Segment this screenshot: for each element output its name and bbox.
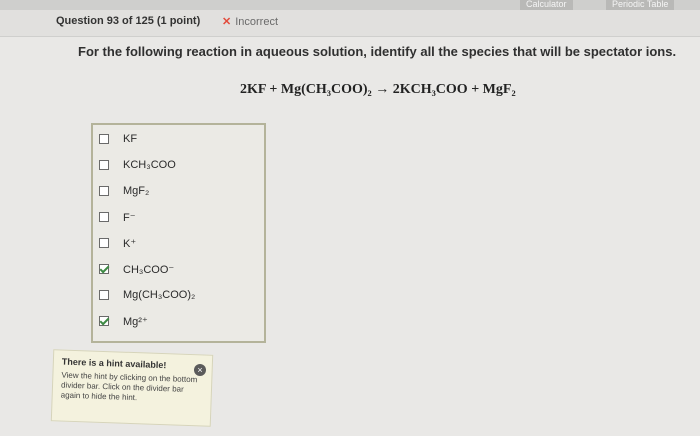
option-f-minus[interactable]: F⁻ <box>99 207 136 227</box>
option-label: CH₃COO⁻ <box>123 263 175 276</box>
top-toolbar: Calculator Periodic Table <box>0 0 700 10</box>
status-badge: ✕ Incorrect <box>222 15 278 28</box>
question-prompt: For the following reaction in aqueous so… <box>78 44 677 59</box>
hint-panel[interactable]: There is a hint available! View the hint… <box>50 349 214 427</box>
option-ch3coo-minus[interactable]: CH₃COO⁻ <box>99 259 174 279</box>
periodic-table-button[interactable]: Periodic Table <box>606 0 675 10</box>
option-kf[interactable]: KF <box>99 129 137 149</box>
question-number: Question 93 of 125 (1 point) <box>56 15 201 27</box>
option-label: KCH₃COO <box>123 159 176 171</box>
option-mg-2plus[interactable]: Mg²⁺ <box>99 311 148 331</box>
incorrect-x-icon: ✕ <box>222 16 232 28</box>
answer-options-box: KF KCH₃COO MgF₂ F⁻ K⁺ CH₃COO⁻ Mg(CH₃COO)… <box>91 123 266 343</box>
option-label: KF <box>123 133 138 145</box>
checkbox[interactable] <box>99 238 109 248</box>
checkbox[interactable] <box>99 212 109 222</box>
option-mgf2[interactable]: MgF₂ <box>99 181 149 201</box>
option-k-plus[interactable]: K⁺ <box>99 233 136 253</box>
hint-title: There is a hint available! <box>61 356 167 371</box>
reaction-equation: 2KF + Mg(CH₃COO)₂ → 2KCH₃COO + MgF₂ <box>240 82 516 97</box>
question-header: Question 93 of 125 (1 point) ✕ Incorrect <box>0 10 700 37</box>
close-icon[interactable]: × <box>194 364 206 376</box>
checkbox[interactable] <box>99 134 109 144</box>
calculator-button[interactable]: Calculator <box>520 0 573 10</box>
hint-body: View the hint by clicking on the bottom … <box>60 370 198 403</box>
checkbox[interactable] <box>99 160 109 170</box>
status-text: Incorrect <box>235 16 279 28</box>
checkbox-checked[interactable] <box>99 316 109 326</box>
option-label: Mg²⁺ <box>123 315 148 328</box>
option-label: K⁺ <box>123 237 137 250</box>
option-label: Mg(CH₃COO)₂ <box>123 289 196 301</box>
checkbox[interactable] <box>99 290 109 300</box>
option-kch3coo[interactable]: KCH₃COO <box>99 155 176 175</box>
option-mg-acetate[interactable]: Mg(CH₃COO)₂ <box>99 285 195 305</box>
option-label: F⁻ <box>123 211 136 224</box>
option-label: MgF₂ <box>123 185 150 197</box>
checkbox[interactable] <box>99 186 109 196</box>
checkbox-checked[interactable] <box>99 264 109 274</box>
